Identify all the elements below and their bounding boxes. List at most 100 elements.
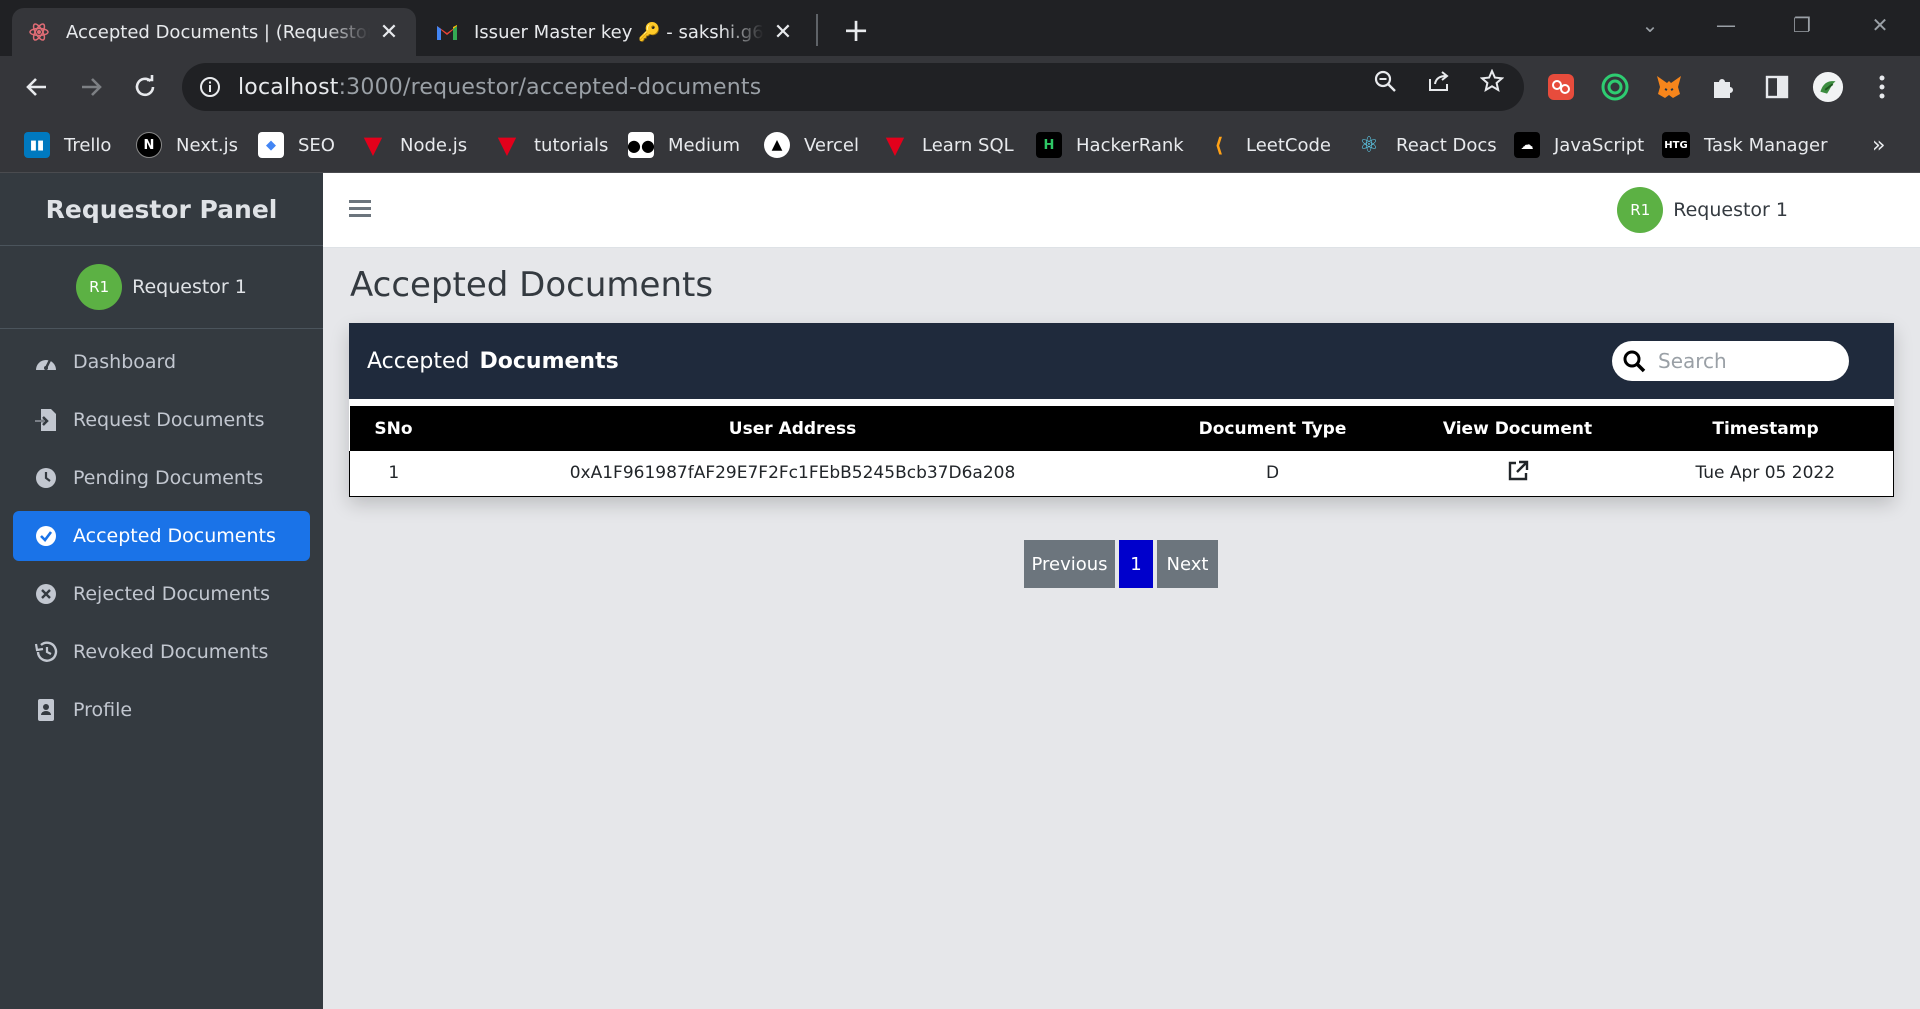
tutorial-v-icon: ▼ xyxy=(363,131,383,159)
javascript-icon: ☁ xyxy=(1514,132,1540,158)
reload-button[interactable] xyxy=(125,67,165,107)
previous-page-button[interactable]: Previous xyxy=(1024,540,1115,588)
sidebar-item-accepted-documents[interactable]: Accepted Documents xyxy=(13,511,310,561)
bookmark-react-docs[interactable]: ⚛ React Docs xyxy=(1356,128,1497,162)
tab-gmail[interactable]: Issuer Master key 🔑 - sakshi.g6420@gmail… xyxy=(420,8,810,56)
pagination: Previous 1 Next xyxy=(1024,540,1222,588)
sidebar-item-pending-documents[interactable]: Pending Documents xyxy=(13,453,310,503)
menu-toggle-button[interactable] xyxy=(348,197,374,223)
share-icon[interactable] xyxy=(1426,68,1452,94)
bookmark-seo[interactable]: ◆ SEO xyxy=(258,128,335,162)
card-title-light: Accepted xyxy=(367,348,470,374)
arrow-left-icon xyxy=(26,78,46,96)
column-header-document-type[interactable]: Document Type xyxy=(1147,406,1398,451)
column-header-sno[interactable]: SNo xyxy=(349,406,438,451)
x-circle-icon xyxy=(33,581,59,607)
bookmark-vercel[interactable]: ▲ Vercel xyxy=(764,128,859,162)
bookmark-learn-sql[interactable]: ▼ Learn SQL xyxy=(882,128,1014,162)
restore-button[interactable]: ❐ xyxy=(1774,8,1830,42)
request-icon xyxy=(33,407,59,433)
extension-redux-icon[interactable] xyxy=(1545,71,1577,103)
zoom-icon[interactable] xyxy=(1372,68,1398,94)
arrow-right-icon xyxy=(82,78,102,96)
bookmark-nodejs[interactable]: ▼ Node.js xyxy=(360,128,467,162)
sidebar-item-request-documents[interactable]: Request Documents xyxy=(13,395,310,445)
sidebar-user-panel[interactable]: R1 Requestor 1 xyxy=(0,246,323,329)
bookmark-javascript[interactable]: ☁ JavaScript xyxy=(1514,128,1644,162)
react-icon: ⚛ xyxy=(1359,132,1379,158)
nextjs-icon: N xyxy=(136,132,162,158)
address-bar[interactable]: localhost:3000/requestor/accepted-docume… xyxy=(182,63,1524,111)
id-badge-icon xyxy=(33,697,59,723)
page: Requestor Panel R1 Requestor 1 Dashboard… xyxy=(0,173,1920,1009)
page-title: Accepted Documents xyxy=(350,265,714,305)
extension-metamask-icon[interactable] xyxy=(1653,71,1685,103)
avatar: R1 xyxy=(1617,187,1664,233)
column-header-timestamp[interactable]: Timestamp xyxy=(1637,406,1894,451)
close-tab-icon[interactable]: ✕ xyxy=(772,20,794,45)
sidebar-nav: Dashboard Request Documents Pending Docu… xyxy=(0,329,323,751)
cell-view-document xyxy=(1397,451,1638,497)
tutorial-v-icon: ▼ xyxy=(885,131,905,159)
sidebar-item-revoked-documents[interactable]: Revoked Documents xyxy=(13,627,310,677)
sidebar-item-rejected-documents[interactable]: Rejected Documents xyxy=(13,569,310,619)
close-tab-icon[interactable]: ✕ xyxy=(378,20,400,45)
sidebar-user-name: Requestor 1 xyxy=(132,276,247,298)
cell-sno: 1 xyxy=(349,451,438,497)
bookmark-leetcode[interactable]: ⟨ LeetCode xyxy=(1206,128,1331,162)
hackerrank-icon: H xyxy=(1036,132,1062,158)
more-bookmarks-button[interactable]: » xyxy=(1872,128,1885,162)
bookmark-medium[interactable]: ●● Medium xyxy=(627,128,740,162)
tab-accepted-documents[interactable]: Accepted Documents | (Requestor) - Docum… xyxy=(12,8,416,56)
tab-separator xyxy=(816,14,818,46)
hamburger-icon xyxy=(349,200,371,217)
bookmark-nextjs[interactable]: N Next.js xyxy=(136,128,238,162)
documents-card: Accepted Documents SNo User Address Docu… xyxy=(349,323,1894,497)
top-navbar: R1 Requestor 1 xyxy=(323,173,1920,248)
sidebar-item-profile[interactable]: Profile xyxy=(13,685,310,735)
bookmarks-bar: ▮▮ Trello N Next.js ◆ SEO ▼ Node.js ▼ tutoria… xyxy=(0,118,1920,173)
top-user-name: Requestor 1 xyxy=(1673,199,1788,221)
search-input[interactable] xyxy=(1658,349,1828,373)
sidebar-item-dashboard[interactable]: Dashboard xyxy=(13,337,310,387)
dashboard-icon xyxy=(33,349,59,375)
browser-menu-icon[interactable] xyxy=(1866,71,1898,103)
cell-user-address: 0xA1F961987fAF29E7F2Fc1FEbB5245Bcb37D6a2… xyxy=(437,451,1148,497)
profile-avatar-icon[interactable] xyxy=(1812,71,1844,103)
medium-icon: ●● xyxy=(627,132,655,158)
url-text: localhost:3000/requestor/accepted-docume… xyxy=(238,74,762,100)
forward-button[interactable] xyxy=(71,67,111,107)
avatar: R1 xyxy=(76,264,123,310)
browser-tabstrip: Accepted Documents | (Requestor) - Docum… xyxy=(0,0,1920,56)
tutorial-v-icon: ▼ xyxy=(497,131,517,159)
accepted-documents-table: SNo User Address Document Type View Docu… xyxy=(349,406,1894,497)
extensions-puzzle-icon[interactable] xyxy=(1707,71,1739,103)
column-header-view-document[interactable]: View Document xyxy=(1397,406,1638,451)
site-info-icon[interactable] xyxy=(198,75,222,99)
search-box[interactable] xyxy=(1612,341,1849,381)
bookmark-trello[interactable]: ▮▮ Trello xyxy=(24,128,111,162)
brand-title[interactable]: Requestor Panel xyxy=(0,173,323,246)
tab-search-icon[interactable]: ⌄ xyxy=(1622,8,1678,42)
close-window-button[interactable]: ✕ xyxy=(1852,8,1908,42)
bookmark-tutorials[interactable]: ▼ tutorials xyxy=(494,128,609,162)
back-button[interactable] xyxy=(17,67,57,107)
external-link-icon[interactable] xyxy=(1507,460,1529,487)
bookmark-star-icon[interactable] xyxy=(1479,68,1505,94)
leetcode-icon: ⟨ xyxy=(1214,133,1224,157)
new-tab-button[interactable]: + xyxy=(838,11,874,49)
tab-title: Accepted Documents | (Requestor) - Docum… xyxy=(66,21,370,43)
bookmark-task-manager[interactable]: HTG Task Manager xyxy=(1662,128,1827,162)
vercel-icon: ▲ xyxy=(764,132,790,158)
extension-target-icon[interactable] xyxy=(1599,71,1631,103)
history-icon xyxy=(33,639,59,665)
top-user-menu[interactable]: R1 Requestor 1 xyxy=(1617,187,1788,233)
sidebar: Requestor Panel R1 Requestor 1 Dashboard… xyxy=(0,173,323,1009)
side-panel-icon[interactable] xyxy=(1761,71,1793,103)
table-header-row: SNo User Address Document Type View Docu… xyxy=(349,406,1894,451)
next-page-button[interactable]: Next xyxy=(1157,540,1218,588)
minimize-button[interactable]: — xyxy=(1698,8,1754,42)
column-header-user-address[interactable]: User Address xyxy=(437,406,1148,451)
page-1-button[interactable]: 1 xyxy=(1119,540,1153,588)
bookmark-hackerrank[interactable]: H HackerRank xyxy=(1036,128,1184,162)
